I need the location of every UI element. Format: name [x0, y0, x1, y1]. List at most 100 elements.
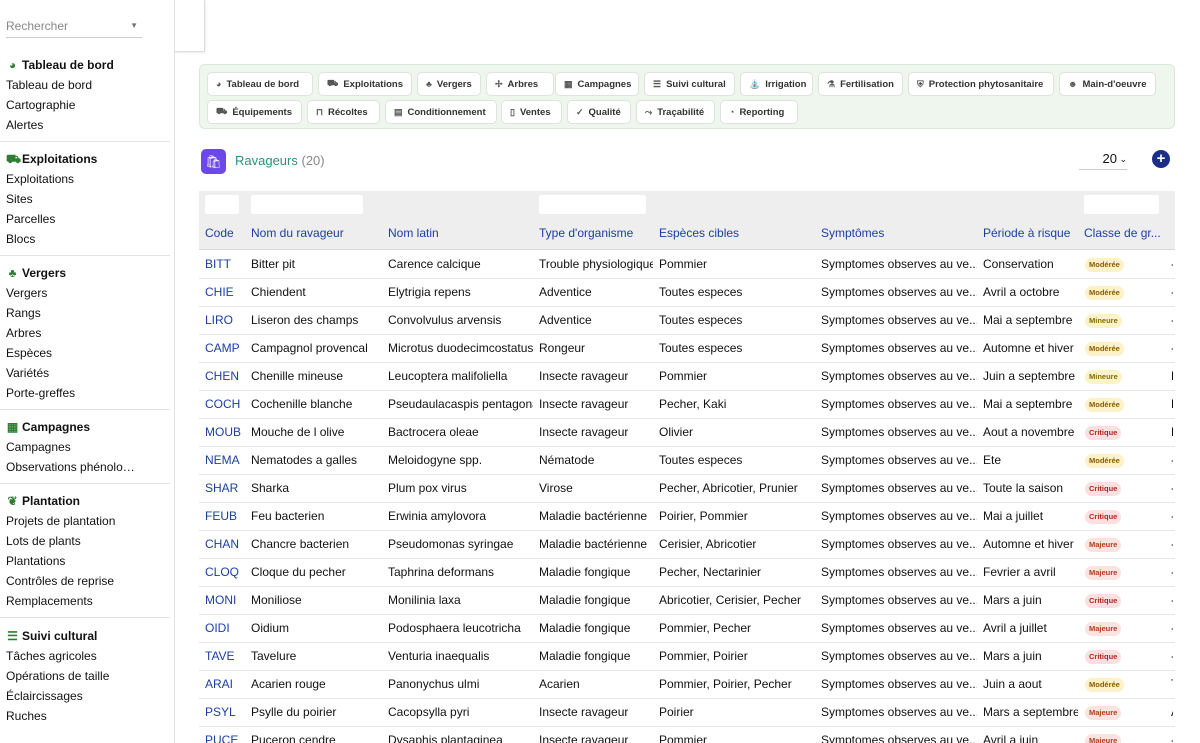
table-row[interactable]: LIRO Liseron des champs Convolvulus arvens…: [199, 307, 1175, 335]
sidebar-item-tableau-de-bord[interactable]: Tableau de bord: [0, 75, 140, 95]
sidebar-item-operations-de-taille[interactable]: Opérations de taille: [0, 666, 140, 686]
row-code-link[interactable]: MONI: [205, 587, 245, 615]
table-row[interactable]: MOUB Mouche de l olive Bactrocera oleae Ins…: [199, 419, 1175, 447]
table-row[interactable]: CAMP Campagnol provencal Microtus duodecim…: [199, 335, 1175, 363]
nav-group-header[interactable]: ♣ Vergers: [0, 263, 174, 283]
column-filter-input[interactable]: [205, 195, 239, 214]
nav-group-header[interactable]: ⛟ Exploitations: [0, 149, 174, 169]
sidebar-item-alertes[interactable]: Alertes: [0, 115, 140, 135]
module-button-campagnes[interactable]: ▦ Campagnes: [555, 72, 639, 96]
sidebar-item-campagnes[interactable]: Campagnes: [0, 437, 140, 457]
column-header-especes-cibles[interactable]: Espèces cibles: [659, 219, 817, 250]
table-row[interactable]: PUCE Puceron cendre Dysaphis plantaginea In…: [199, 727, 1175, 743]
module-button-reporting[interactable]: ◔ Reporting: [720, 100, 798, 124]
table-row[interactable]: CHIE Chiendent Elytrigia repens Adventice To…: [199, 279, 1175, 307]
sidebar-item-ruches[interactable]: Ruches: [0, 706, 140, 726]
nav-group-header[interactable]: ❦ Plantation: [0, 491, 174, 511]
module-button-vergers[interactable]: ♣ Vergers: [417, 72, 481, 96]
row-code-link[interactable]: NEMA: [205, 447, 245, 475]
row-code-link[interactable]: CHEN: [205, 363, 245, 391]
table-row[interactable]: FEUB Feu bacterien Erwinia amylovora Maladi…: [199, 503, 1175, 531]
table-row[interactable]: NEMA Nematodes a galles Meloidogyne spp. Né…: [199, 447, 1175, 475]
row-code-link[interactable]: CLOQ: [205, 559, 245, 587]
module-button-fertilisation[interactable]: ⚗ Fertilisation: [818, 72, 903, 96]
column-header-symptomes[interactable]: Symptômes: [821, 219, 979, 250]
row-code-link[interactable]: MOUB: [205, 419, 245, 447]
module-button-ventes[interactable]: ▯ Ventes: [501, 100, 562, 124]
row-code-link[interactable]: PUCE: [205, 727, 245, 743]
cell-nom: Psylle du poirier: [251, 705, 337, 719]
sidebar-item-exploitations[interactable]: Exploitations: [0, 169, 140, 189]
table-row[interactable]: BITT Bitter pit Carence calcique Trouble ph…: [199, 251, 1175, 279]
column-header-classe-de-gr[interactable]: Classe de gr...: [1084, 219, 1167, 250]
search-input[interactable]: Rechercher ▼: [6, 14, 142, 38]
module-button-recoltes[interactable]: ⊓ Récoltes: [307, 100, 380, 124]
column-header-type-d-organisme[interactable]: Type d'organisme: [539, 219, 655, 250]
sidebar-item-controles-de-reprise[interactable]: Contrôles de reprise: [0, 571, 140, 591]
module-button-qualite[interactable]: ✓ Qualité: [567, 100, 631, 124]
table-row[interactable]: PSYL Psylle du poirier Cacopsylla pyri Inse…: [199, 699, 1175, 727]
module-button-tableau-de-bord[interactable]: ◕ Tableau de bord: [207, 72, 313, 96]
sidebar-item-projets-de-plantation[interactable]: Projets de plantation: [0, 511, 140, 531]
row-code-link[interactable]: CHAN: [205, 531, 245, 559]
sidebar-item-lots-de-plants[interactable]: Lots de plants: [0, 531, 140, 551]
row-code-link[interactable]: TAVE: [205, 643, 245, 671]
table-row[interactable]: TAVE Tavelure Venturia inaequalis Maladie f…: [199, 643, 1175, 671]
row-code-link[interactable]: ARAI: [205, 671, 245, 699]
module-button-arbres[interactable]: ✢ Arbres: [486, 72, 554, 96]
table-row[interactable]: COCH Cochenille blanche Pseudaulacaspis pe…: [199, 391, 1175, 419]
column-filter-input[interactable]: [539, 195, 646, 214]
module-button-exploitations[interactable]: ⛟ Exploitations: [318, 72, 412, 96]
row-code-link[interactable]: OIDI: [205, 615, 245, 643]
nav-group-header[interactable]: ◕ Tableau de bord: [0, 55, 174, 75]
column-filter-input[interactable]: [1084, 195, 1159, 214]
page-size-select[interactable]: 20 ⌄: [1079, 148, 1127, 170]
add-button[interactable]: +: [1152, 150, 1170, 168]
sidebar-item-eclaircissages[interactable]: Éclaircissages: [0, 686, 140, 706]
sidebar-item-porte-greffes[interactable]: Porte-greffes: [0, 383, 140, 403]
table-row[interactable]: ARAI Acarien rouge Panonychus ulmi Acarien P…: [199, 671, 1175, 699]
table-row[interactable]: CHAN Chancre bacterien Pseudomonas syringa…: [199, 531, 1175, 559]
nav-group-header[interactable]: ☰ Suivi cultural: [0, 626, 174, 646]
sidebar-item-blocs[interactable]: Blocs: [0, 229, 140, 249]
sidebar-item-arbres[interactable]: Arbres: [0, 323, 140, 343]
sidebar-item-plantations[interactable]: Plantations: [0, 551, 140, 571]
column-header-code[interactable]: Code: [205, 219, 247, 250]
sidebar-item-parcelles[interactable]: Parcelles: [0, 209, 140, 229]
table-row[interactable]: CHEN Chenille mineuse Leucoptera malifolie…: [199, 363, 1175, 391]
module-button-conditionnement[interactable]: ▤ Conditionnement: [385, 100, 497, 124]
module-button-irrigation[interactable]: ⛲ Irrigation: [740, 72, 813, 96]
sidebar-item-cartographie[interactable]: Cartographie: [0, 95, 140, 115]
sidebar-item-varietes[interactable]: Variétés: [0, 363, 140, 383]
column-header-nom-latin[interactable]: Nom latin: [388, 219, 535, 250]
sidebar-item-especes[interactable]: Espèces: [0, 343, 140, 363]
row-code-link[interactable]: BITT: [205, 251, 245, 279]
module-button-equipements[interactable]: ⛟ Équipements: [207, 100, 302, 124]
sidebar-item-sites[interactable]: Sites: [0, 189, 140, 209]
row-code-link[interactable]: PSYL: [205, 699, 245, 727]
column-header-periode-a-risque[interactable]: Période à risque: [983, 219, 1080, 250]
table-row[interactable]: CLOQ Cloque du pecher Taphrina deformans Ma…: [199, 559, 1175, 587]
column-filter-input[interactable]: [251, 195, 363, 214]
row-code-link[interactable]: SHAR: [205, 475, 245, 503]
sidebar-item-remplacements[interactable]: Remplacements: [0, 591, 140, 611]
row-code-link[interactable]: LIRO: [205, 307, 245, 335]
row-code-link[interactable]: COCH: [205, 391, 245, 419]
sidebar-item-observations-phenologiq[interactable]: Observations phénologiq...: [0, 457, 140, 477]
module-button-protection-phytosanitaire[interactable]: ⛨ Protection phytosanitaire: [908, 72, 1054, 96]
module-button-main-d-oeuvre[interactable]: ☻ Main-d'oeuvre: [1059, 72, 1156, 96]
column-header-nom-du-ravageur[interactable]: Nom du ravageur: [251, 219, 384, 250]
row-code-link[interactable]: CAMP: [205, 335, 245, 363]
table-row[interactable]: MONI Moniliose Monilinia laxa Maladie fongi…: [199, 587, 1175, 615]
sidebar-item-rangs[interactable]: Rangs: [0, 303, 140, 323]
sidebar-item-taches-agricoles[interactable]: Tâches agricoles: [0, 646, 140, 666]
row-code-link[interactable]: FEUB: [205, 503, 245, 531]
table-row[interactable]: SHAR Sharka Plum pox virus Virose Pecher, Ab…: [199, 475, 1175, 503]
sidebar-item-vergers[interactable]: Vergers: [0, 283, 140, 303]
row-code-link[interactable]: CHIE: [205, 279, 245, 307]
table-row[interactable]: OIDI Oidium Podosphaera leucotricha Maladie…: [199, 615, 1175, 643]
module-button-suivi-cultural[interactable]: ☰ Suivi cultural: [644, 72, 735, 96]
chevron-down-icon[interactable]: ▼: [130, 14, 138, 38]
module-button-tracabilite[interactable]: ⤳ Traçabilité: [636, 100, 715, 124]
nav-group-header[interactable]: ▦ Campagnes: [0, 417, 174, 437]
